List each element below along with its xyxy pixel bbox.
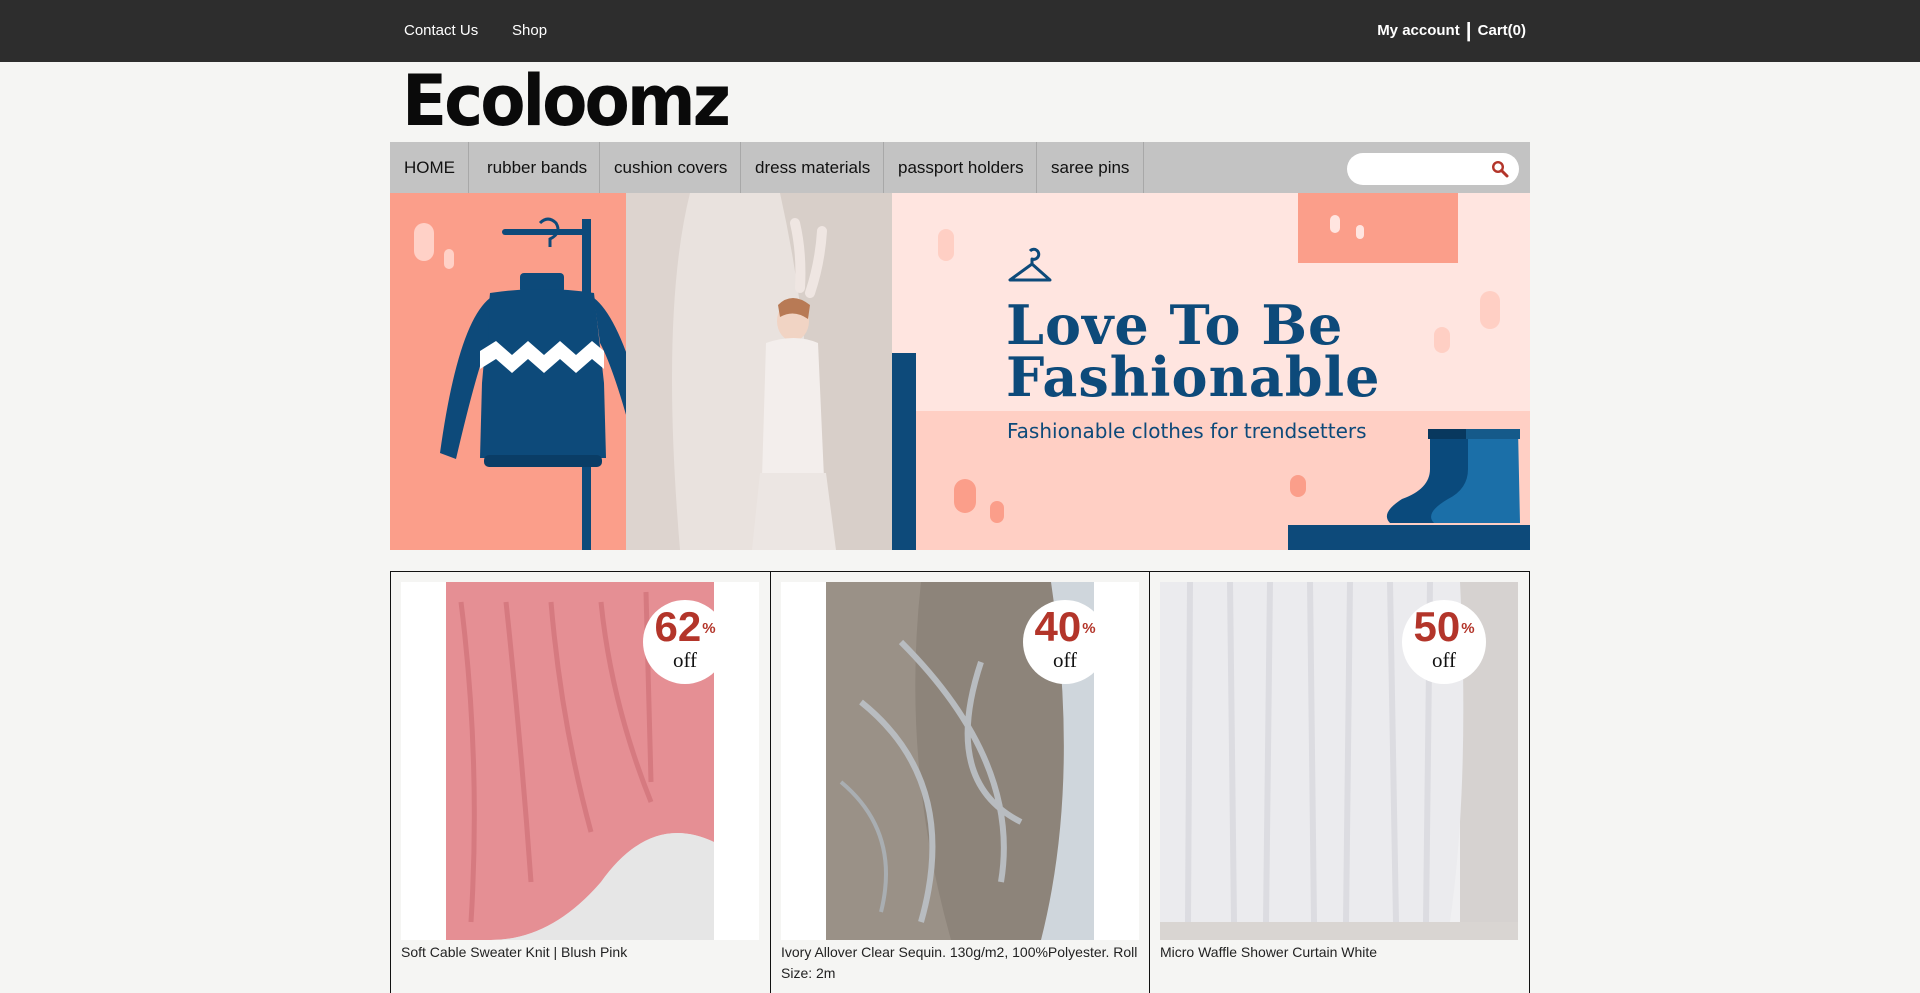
- account-area: My account | Cart(0): [1377, 20, 1526, 43]
- account-separator: |: [1465, 20, 1472, 42]
- banner-title-line1: Love To Be: [1006, 293, 1344, 357]
- discount-off-label: off: [1052, 648, 1078, 672]
- discount-value: 40%: [1034, 603, 1096, 650]
- top-bar-inner: Contact Us Shop My account | Cart(0): [390, 0, 1530, 62]
- hero-banner[interactable]: Love To Be Fashionable Fashionable cloth…: [390, 193, 1530, 550]
- product-name[interactable]: Micro Waffle Shower Curtain White: [1160, 942, 1526, 963]
- nav-item-dress-materials[interactable]: dress materials: [741, 142, 884, 193]
- cart-link[interactable]: Cart(0): [1478, 22, 1526, 39]
- nav-item-passport-holders[interactable]: passport holders: [884, 142, 1037, 193]
- magnifier-icon[interactable]: [1491, 160, 1509, 178]
- discount-badge: 50% off: [1402, 600, 1486, 684]
- my-account-link[interactable]: My account: [1377, 22, 1460, 39]
- shop-link[interactable]: Shop: [512, 22, 547, 39]
- discount-off-label: off: [1431, 648, 1457, 672]
- contact-us-link[interactable]: Contact Us: [404, 22, 478, 39]
- nav-item-rubber-bands[interactable]: rubber bands: [469, 142, 600, 193]
- banner-subtitle: Fashionable clothes for trendsetters: [1007, 419, 1367, 443]
- product-name[interactable]: Soft Cable Sweater Knit | Blush Pink: [401, 942, 767, 963]
- discount-off-label: off: [672, 648, 698, 672]
- search-input[interactable]: [1359, 159, 1489, 179]
- nav-item-saree-pins[interactable]: saree pins: [1037, 142, 1144, 193]
- product-image[interactable]: 40% off: [781, 582, 1139, 940]
- banner-title: Love To Be Fashionable: [1006, 293, 1381, 409]
- discount-badge: 62% off: [643, 600, 727, 684]
- product-card[interactable]: 62% off Soft Cable Sweater Knit | Blush …: [390, 571, 771, 993]
- product-name[interactable]: Ivory Allover Clear Sequin. 130g/m2, 100…: [781, 942, 1147, 984]
- site-logo[interactable]: Ecoloomz: [402, 65, 731, 137]
- search-box: [1347, 153, 1519, 185]
- nav-item-home[interactable]: HOME: [390, 142, 469, 193]
- product-image[interactable]: 62% off: [401, 582, 759, 940]
- product-card[interactable]: 50% off Micro Waffle Shower Curtain Whit…: [1149, 571, 1530, 993]
- discount-value: 62%: [654, 603, 716, 650]
- product-card[interactable]: 40% off Ivory Allover Clear Sequin. 130g…: [770, 571, 1151, 993]
- discount-value: 50%: [1413, 603, 1475, 650]
- banner-title-line2: Fashionable: [1006, 345, 1381, 409]
- discount-badge: 40% off: [1023, 600, 1107, 684]
- product-image[interactable]: 50% off: [1160, 582, 1518, 940]
- main-nav: HOME rubber bands cushion covers dress m…: [390, 142, 1530, 193]
- top-bar: Contact Us Shop My account | Cart(0): [0, 0, 1920, 62]
- nav-item-cushion-covers[interactable]: cushion covers: [600, 142, 741, 193]
